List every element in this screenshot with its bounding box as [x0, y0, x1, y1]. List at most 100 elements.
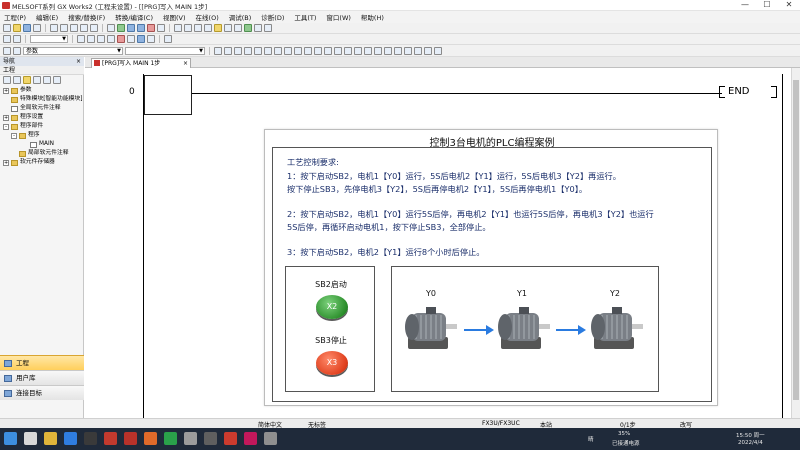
tree-item-program-parts[interactable]: - 程序部件 — [0, 122, 84, 131]
help-icon[interactable] — [264, 24, 272, 32]
scrollbar-thumb[interactable] — [793, 80, 799, 400]
tree-item-main[interactable]: MAIN — [0, 140, 84, 149]
menu-find-replace[interactable]: 搜索/替换(F) — [68, 12, 105, 22]
vertical-scrollbar[interactable] — [791, 68, 800, 418]
horizontal-line-icon[interactable] — [274, 46, 282, 55]
monitor-icon[interactable] — [147, 24, 155, 32]
menu-tool[interactable]: 工具(T) — [294, 12, 316, 22]
falling-pulse-icon[interactable] — [314, 46, 322, 55]
search-icon[interactable] — [24, 432, 37, 445]
parallel-falling-icon[interactable] — [334, 46, 342, 55]
contact-nc-icon[interactable] — [224, 46, 232, 55]
close-button[interactable]: ✕ — [778, 0, 800, 11]
gx-works-icon[interactable] — [224, 432, 237, 445]
contact-no-icon[interactable] — [214, 46, 222, 55]
menu-diagnostics[interactable]: 诊断(D) — [261, 12, 284, 22]
align-right-icon[interactable] — [87, 35, 95, 43]
note-icon[interactable] — [404, 46, 412, 55]
menu-help[interactable]: 帮助(H) — [361, 12, 384, 22]
contact-icon[interactable] — [184, 24, 192, 32]
zoom-icon[interactable] — [224, 24, 232, 32]
monitor-stop-icon[interactable] — [157, 24, 165, 32]
read-plc-icon[interactable] — [137, 24, 145, 32]
tree-item-device-memory[interactable]: + 软元件存储器 — [0, 158, 84, 167]
expand-icon[interactable] — [3, 76, 11, 84]
indent-icon[interactable] — [97, 35, 105, 43]
find-icon[interactable] — [107, 24, 115, 32]
open-folder-icon[interactable] — [13, 24, 21, 32]
ladder-cursor[interactable] — [144, 75, 192, 115]
tree-item-program[interactable]: - 程序 — [0, 131, 84, 140]
edge-icon[interactable] — [64, 432, 77, 445]
grid-icon[interactable] — [3, 35, 11, 43]
application-instruction-icon[interactable] — [264, 46, 272, 55]
app-icon[interactable] — [84, 432, 97, 445]
menu-debug[interactable]: 调试(B) — [229, 12, 252, 22]
outdent-icon[interactable] — [107, 35, 115, 43]
convert-icon[interactable] — [137, 35, 145, 43]
ladder-icon[interactable] — [174, 24, 182, 32]
app-icon[interactable] — [264, 432, 277, 445]
clock-time[interactable]: 15:50 周一 — [736, 431, 765, 439]
delete-icon[interactable] — [117, 35, 125, 43]
wps-icon[interactable] — [104, 432, 117, 445]
collapse-icon[interactable] — [13, 76, 21, 84]
menu-view[interactable]: 视图(V) — [163, 12, 186, 22]
sort-icon[interactable] — [43, 76, 51, 84]
file-explorer-icon[interactable] — [44, 432, 57, 445]
rising-pulse-icon[interactable] — [304, 46, 312, 55]
param-icon[interactable] — [3, 46, 11, 55]
recorder-icon[interactable] — [244, 432, 257, 445]
menu-window[interactable]: 窗口(W) — [326, 12, 351, 22]
parallel-nc-icon[interactable] — [244, 46, 252, 55]
close-icon[interactable]: × — [76, 57, 81, 66]
tree-item-program-setting[interactable]: + 程序设置 — [0, 113, 84, 122]
draw-line-icon[interactable] — [364, 46, 372, 55]
menu-edit[interactable]: 编辑(E) — [36, 12, 58, 22]
expand-toggle[interactable]: + — [3, 114, 9, 121]
coil-icon[interactable] — [194, 24, 202, 32]
paste-icon[interactable] — [70, 24, 78, 32]
stop-button[interactable]: X3 — [316, 351, 348, 375]
settings-app-icon[interactable] — [184, 432, 197, 445]
format-icon[interactable] — [147, 35, 155, 43]
param-combo[interactable]: 参数 ▼ — [23, 46, 123, 55]
filter-icon[interactable] — [53, 76, 61, 84]
nav-button-project[interactable]: 工程 — [0, 355, 84, 370]
menu-project[interactable]: 工程(P) — [4, 12, 26, 22]
folder-icon[interactable] — [23, 76, 31, 84]
operation-result-icon[interactable] — [354, 46, 362, 55]
start-button[interactable]: X2 — [316, 295, 348, 319]
menu-online[interactable]: 在线(O) — [196, 12, 219, 22]
insert-icon[interactable] — [127, 35, 135, 43]
step-icon[interactable] — [254, 24, 262, 32]
device-comment-icon[interactable] — [414, 46, 422, 55]
maximize-button[interactable]: ☐ — [756, 0, 778, 11]
compile-icon[interactable] — [117, 24, 125, 32]
calculator-icon[interactable] — [204, 432, 217, 445]
collapse-toggle[interactable]: - — [3, 123, 9, 130]
clock-date[interactable]: 2022/4/4 — [738, 440, 763, 446]
tree-item-parameter[interactable]: + 参数 — [0, 86, 84, 95]
device-icon[interactable] — [234, 24, 242, 32]
comment-icon[interactable] — [214, 24, 222, 32]
redo-icon[interactable] — [90, 24, 98, 32]
statement-icon[interactable] — [394, 46, 402, 55]
zoom-out-icon[interactable] — [434, 46, 442, 55]
toggle-icon[interactable] — [164, 35, 172, 43]
minimize-button[interactable]: — — [734, 0, 756, 11]
expand-toggle[interactable]: + — [3, 87, 9, 94]
menu-compile[interactable]: 转换/编译(C) — [115, 12, 153, 22]
print-icon[interactable] — [33, 24, 41, 32]
parallel-rising-icon[interactable] — [324, 46, 332, 55]
erase-line-icon[interactable] — [374, 46, 382, 55]
tab-main-program[interactable]: [PRG]写入 MAIN 1步 × — [91, 58, 191, 68]
close-icon[interactable]: × — [183, 59, 188, 68]
function-icon[interactable] — [204, 24, 212, 32]
run-icon[interactable] — [244, 24, 252, 32]
word-icon[interactable] — [124, 432, 137, 445]
expand-toggle[interactable]: + — [3, 159, 9, 166]
device-combo[interactable]: ▼ — [125, 46, 205, 55]
list-icon[interactable] — [13, 46, 21, 55]
tree-item-intelligent-module[interactable]: 特殊模块[智能功能模块] — [0, 95, 84, 104]
